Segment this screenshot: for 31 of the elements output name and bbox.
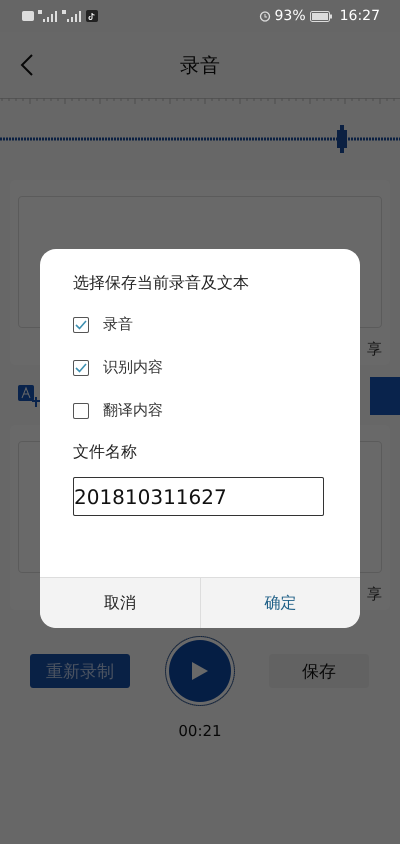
checkbox[interactable]: [73, 316, 89, 332]
app-icon: [86, 10, 98, 22]
alarm-icon: [258, 10, 271, 22]
hd-icon: [22, 11, 34, 21]
option-label: 识别内容: [103, 358, 163, 377]
option-label: 翻译内容: [103, 401, 163, 420]
confirm-button[interactable]: 确定: [200, 578, 360, 628]
play-icon: [190, 661, 208, 681]
translate-icon[interactable]: [18, 385, 40, 407]
signal-icon: [62, 10, 82, 22]
battery-icon: [310, 10, 332, 22]
checkbox[interactable]: [73, 402, 89, 418]
share-label: 享: [367, 585, 382, 604]
option-label: 录音: [103, 315, 133, 334]
checkbox[interactable]: [73, 360, 89, 376]
filename-label: 文件名称: [73, 442, 138, 463]
timer: 00:21: [177, 722, 223, 740]
option-checkbox[interactable]: 识别内容: [73, 346, 360, 389]
signal-icon: [38, 10, 58, 22]
back-icon[interactable]: [20, 53, 34, 77]
status-time: 16:27: [340, 8, 380, 24]
check-icon: [75, 320, 87, 330]
check-icon: [75, 362, 87, 372]
option-checkbox[interactable]: 翻译内容: [73, 389, 360, 432]
cancel-button[interactable]: 取消: [40, 578, 200, 628]
option-checkbox[interactable]: 录音: [73, 303, 360, 346]
dialog-title: 选择保存当前录音及文本: [73, 273, 250, 294]
share-label: 享: [367, 340, 382, 359]
page-title: 录音: [180, 52, 220, 78]
battery-percent: 93%: [274, 8, 306, 24]
filename-field[interactable]: 201810311627: [73, 477, 324, 516]
